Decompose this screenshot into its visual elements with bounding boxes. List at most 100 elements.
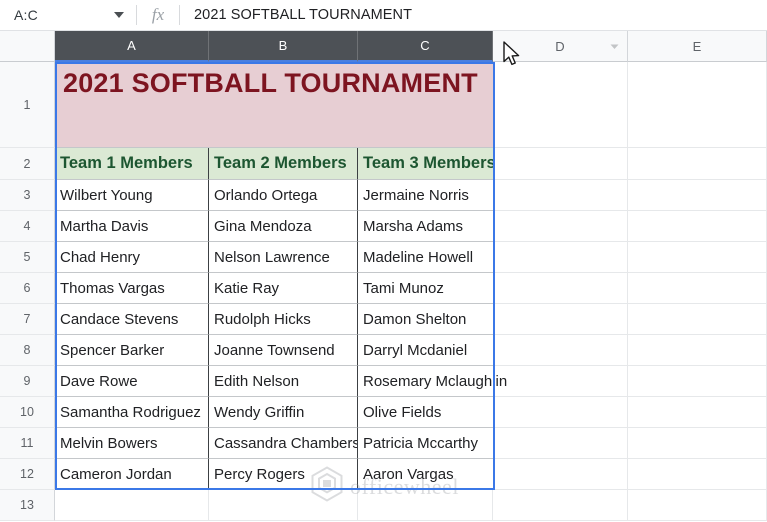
cell-e2[interactable] [628,148,767,180]
cell-b7[interactable]: Rudolph Hicks [209,304,358,335]
cell-d13[interactable] [493,490,628,521]
cell-c11[interactable]: Patricia Mccarthy [358,428,493,459]
cell-b10[interactable]: Wendy Griffin [209,397,358,428]
cell-d12[interactable] [493,459,628,490]
cell-e5[interactable] [628,242,767,273]
row-header-9[interactable]: 9 [0,366,55,397]
cell-e10[interactable] [628,397,767,428]
cell-d8[interactable] [493,335,628,366]
cell-d11[interactable] [493,428,628,459]
fx-icon: fx [151,5,165,24]
cell-d10[interactable] [493,397,628,428]
row-header-1[interactable]: 1 [0,62,55,148]
cell-c4[interactable]: Marsha Adams [358,211,493,242]
row-header-3[interactable]: 3 [0,180,55,211]
column-header-b[interactable]: B [209,31,358,62]
cell-b13[interactable] [209,490,358,521]
cell-a6[interactable]: Thomas Vargas [55,273,209,304]
row-header-2[interactable]: 2 [0,148,55,180]
cell-b12[interactable]: Percy Rogers [209,459,358,490]
cell-a9[interactable]: Dave Rowe [55,366,209,397]
row-header-6[interactable]: 6 [0,273,55,304]
row-header-1-label: 1 [23,97,31,112]
row-header-3-label: 3 [23,188,31,202]
cell-e13[interactable] [628,490,767,521]
table-row: 11 Melvin Bowers Cassandra Chambers Patr… [0,428,767,459]
row-header-11-label: 11 [20,436,34,450]
chevron-down-icon[interactable] [606,38,623,55]
cell-c13[interactable] [358,490,493,521]
cell-e7[interactable] [628,304,767,335]
cell-e6[interactable] [628,273,767,304]
table-row: 7 Candace Stevens Rudolph Hicks Damon Sh… [0,304,767,335]
cell-a5[interactable]: Chad Henry [55,242,209,273]
row-header-13-label: 13 [20,498,34,512]
cell-b5[interactable]: Nelson Lawrence [209,242,358,273]
cell-e11[interactable] [628,428,767,459]
cell-b11[interactable]: Cassandra Chambers [209,428,358,459]
column-header-a[interactable]: A [55,31,209,62]
cell-b2-team2-header[interactable]: Team 2 Members [209,148,358,180]
row-header-4[interactable]: 4 [0,211,55,242]
column-header-c[interactable]: C [358,31,493,62]
cell-a7[interactable]: Candace Stevens [55,304,209,335]
column-header-e-label: E [692,38,702,54]
cell-a2-team1-header[interactable]: Team 1 Members [55,148,209,180]
cell-d6[interactable] [493,273,628,304]
cell-e1[interactable] [628,62,767,148]
cell-e12[interactable] [628,459,767,490]
table-row: 13 [0,490,767,521]
cell-d7[interactable] [493,304,628,335]
cell-d2[interactable] [493,148,628,180]
row-header-13[interactable]: 13 [0,490,55,521]
cell-a11[interactable]: Melvin Bowers [55,428,209,459]
cell-d9[interactable] [493,366,628,397]
cell-c7[interactable]: Damon Shelton [358,304,493,335]
row-header-12[interactable]: 12 [0,459,55,490]
cell-b6[interactable]: Katie Ray [209,273,358,304]
cell-b9[interactable]: Edith Nelson [209,366,358,397]
cell-e3[interactable] [628,180,767,211]
chevron-down-icon[interactable] [114,12,124,18]
cell-c9[interactable]: Rosemary Mclaughlin [358,366,507,397]
row-header-5[interactable]: 5 [0,242,55,273]
row-header-11[interactable]: 11 [0,428,55,459]
select-all-corner[interactable] [0,31,55,62]
cell-c3[interactable]: Jermaine Norris [358,180,493,211]
cell-a3[interactable]: Wilbert Young [55,180,209,211]
row-header-6-label: 6 [23,281,31,295]
cell-d5[interactable] [493,242,628,273]
cell-c8[interactable]: Darryl Mcdaniel [358,335,493,366]
cell-e4[interactable] [628,211,767,242]
cell-e8[interactable] [628,335,767,366]
cell-a1-title[interactable]: 2021 SOFTBALL TOURNAMENT [55,62,493,148]
row-header-10[interactable]: 10 [0,397,55,428]
cell-d1[interactable] [493,62,628,148]
cell-b4[interactable]: Gina Mendoza [209,211,358,242]
row-header-7[interactable]: 7 [0,304,55,335]
cell-c5[interactable]: Madeline Howell [358,242,493,273]
cell-a13[interactable] [55,490,209,521]
name-box[interactable]: A:C [0,0,136,31]
cell-c6[interactable]: Tami Munoz [358,273,493,304]
cell-d4[interactable] [493,211,628,242]
formula-input[interactable]: 2021 SOFTBALL TOURNAMENT [180,7,767,23]
column-header-c-label: C [420,38,430,53]
table-row: 12 Cameron Jordan Percy Rogers Aaron Var… [0,459,767,490]
cell-d3[interactable] [493,180,628,211]
cell-c12[interactable]: Aaron Vargas [358,459,493,490]
cell-a12[interactable]: Cameron Jordan [55,459,209,490]
row-header-8[interactable]: 8 [0,335,55,366]
cell-c10[interactable]: Olive Fields [358,397,493,428]
cell-a8[interactable]: Spencer Barker [55,335,209,366]
cell-a10[interactable]: Samantha Rodriguez [55,397,209,428]
cell-b8[interactable]: Joanne Townsend [209,335,358,366]
table-row: 2 Team 1 Members Team 2 Members Team 3 M… [0,148,767,180]
cell-a4[interactable]: Martha Davis [55,211,209,242]
column-header-b-label: B [278,38,288,53]
column-header-e[interactable]: E [628,31,767,62]
cell-e9[interactable] [628,366,767,397]
cell-b3[interactable]: Orlando Ortega [209,180,358,211]
cell-c2-team3-header[interactable]: Team 3 Members [358,148,496,180]
column-header-d[interactable]: D [493,31,628,62]
